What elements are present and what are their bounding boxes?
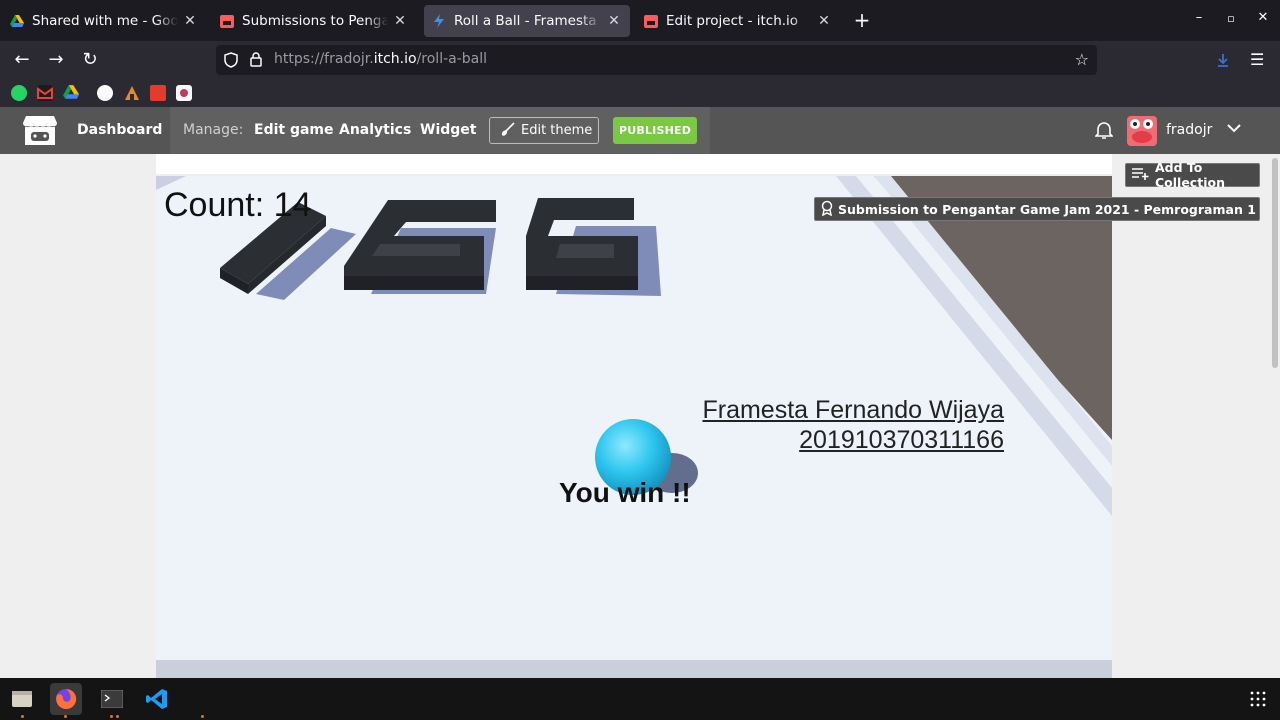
analytics-link[interactable]: Analytics [339,122,411,138]
win-message: You win !! [559,477,691,508]
vscode-icon[interactable] [141,683,173,715]
url-domain: itch.io [373,51,417,67]
submission-label: Submission to Pengantar Game Jam 2021 - … [838,201,1259,217]
close-window-icon[interactable]: ✕ [1253,10,1273,25]
scrollbar[interactable] [1270,154,1280,678]
github-icon[interactable] [97,85,113,101]
count-label: Count: 14 [164,186,312,224]
username[interactable]: fradojr [1166,122,1212,138]
tab-title: Shared with me - Google Drive [32,13,178,29]
terminal-icon[interactable] [96,683,128,715]
running-indicator [110,715,113,718]
tab-title: Roll a Ball - Framesta Fernando [454,13,602,29]
os-taskbar [0,678,1280,720]
itch-logo-icon[interactable] [22,114,58,147]
itch-icon [220,14,234,28]
dashboard-link[interactable]: Dashboard [77,122,162,138]
jam-submission-banner[interactable]: Submission to Pengantar Game Jam 2021 - … [814,197,1260,221]
bookmark-star-icon[interactable]: ☆ [1075,50,1089,69]
google-drive-icon[interactable] [63,85,79,101]
google-drive-icon [10,14,24,28]
whatsapp-icon[interactable] [11,85,27,101]
files-icon[interactable] [6,683,38,715]
tab-title: Edit project - itch.io [666,13,799,29]
navigation-bar: ← → ↻ https://fradojr.itch.io/roll-a-bal… [0,41,1280,80]
url-bar[interactable]: https://fradojr.itch.io/roll-a-ball ☆ [216,45,1097,75]
minimize-icon[interactable]: – [1189,10,1209,25]
player-name: Framesta Fernando Wijaya [702,396,1004,424]
edit-theme-button[interactable]: Edit theme [489,117,599,144]
tab-edit-project[interactable]: Edit project - itch.io ✕ [636,5,840,37]
new-tab-button[interactable]: + [850,8,874,32]
brush-icon [501,121,515,140]
url-path: /roll-a-ball [416,51,488,67]
back-arrow-icon[interactable]: ← [10,49,34,73]
app-grid-icon[interactable] [1250,691,1266,711]
playlist-add-icon [1132,167,1150,183]
campus-icon[interactable] [124,85,140,101]
itch-icon [644,14,658,28]
game-frame-bottom [156,660,1112,678]
close-tab-icon[interactable]: ✕ [606,13,622,29]
manage-label: Manage: [183,122,244,138]
close-tab-icon[interactable]: ✕ [816,13,832,29]
chevron-down-icon[interactable] [1226,120,1242,140]
edit-game-link[interactable]: Edit game [254,122,334,138]
player-id: 201910370311166 [799,426,1004,454]
close-tab-icon[interactable]: ✕ [182,13,198,29]
tab-submissions[interactable]: Submissions to Pengantar Game Jam ✕ [212,5,416,37]
restore-icon[interactable]: ▫ [1221,12,1241,25]
itch-header: Dashboard Manage: Edit game Analytics Wi… [0,107,1280,154]
ribbon-icon [821,200,833,219]
avatar[interactable] [1127,116,1157,146]
close-tab-icon[interactable]: ✕ [392,13,408,29]
unity-icon [432,14,446,28]
bell-icon[interactable] [1094,120,1114,144]
download-icon[interactable] [1215,52,1231,72]
gmail-icon[interactable] [37,85,53,101]
running-indicator [116,715,119,718]
game-frame-top [156,154,1112,174]
game-canvas[interactable]: Count: 14 Framesta Fernando Wijaya 20191… [156,176,1112,661]
add-to-collection-label: Add To Collection [1155,160,1225,190]
tab-roll-a-ball[interactable]: Roll a Ball - Framesta Fernando ✕ [424,5,630,37]
shield-icon[interactable] [224,52,238,72]
published-badge[interactable]: PUBLISHED [613,117,697,144]
player-info: Framesta Fernando Wijaya 201910370311166 [702,395,1004,455]
bookmark-camera-icon[interactable] [176,85,192,101]
forward-arrow-icon[interactable]: → [44,49,68,73]
bookmarks-bar [0,80,1280,107]
running-indicator [64,715,67,718]
lock-icon[interactable] [250,52,262,71]
tab-title: Submissions to Pengantar Game Jam [242,13,388,29]
running-indicator [21,715,24,718]
browser-tab-strip: Shared with me - Google Drive ✕ Submissi… [0,0,1280,41]
menu-icon[interactable]: ☰ [1250,50,1264,69]
running-indicator [201,715,204,718]
firefox-icon[interactable] [50,683,82,715]
url-prefix: https://fradojr. [274,51,374,67]
url-text[interactable]: https://fradojr.itch.io/roll-a-ball [274,51,487,67]
bookmark-red-icon[interactable] [150,85,166,101]
tab-google-drive[interactable]: Shared with me - Google Drive ✕ [2,5,206,37]
widget-link[interactable]: Widget [420,122,476,138]
add-to-collection-button[interactable]: Add To Collection [1125,160,1260,190]
reload-icon[interactable]: ↻ [78,49,102,73]
scrollbar-thumb[interactable] [1272,158,1278,368]
edit-theme-label: Edit theme [521,123,593,138]
